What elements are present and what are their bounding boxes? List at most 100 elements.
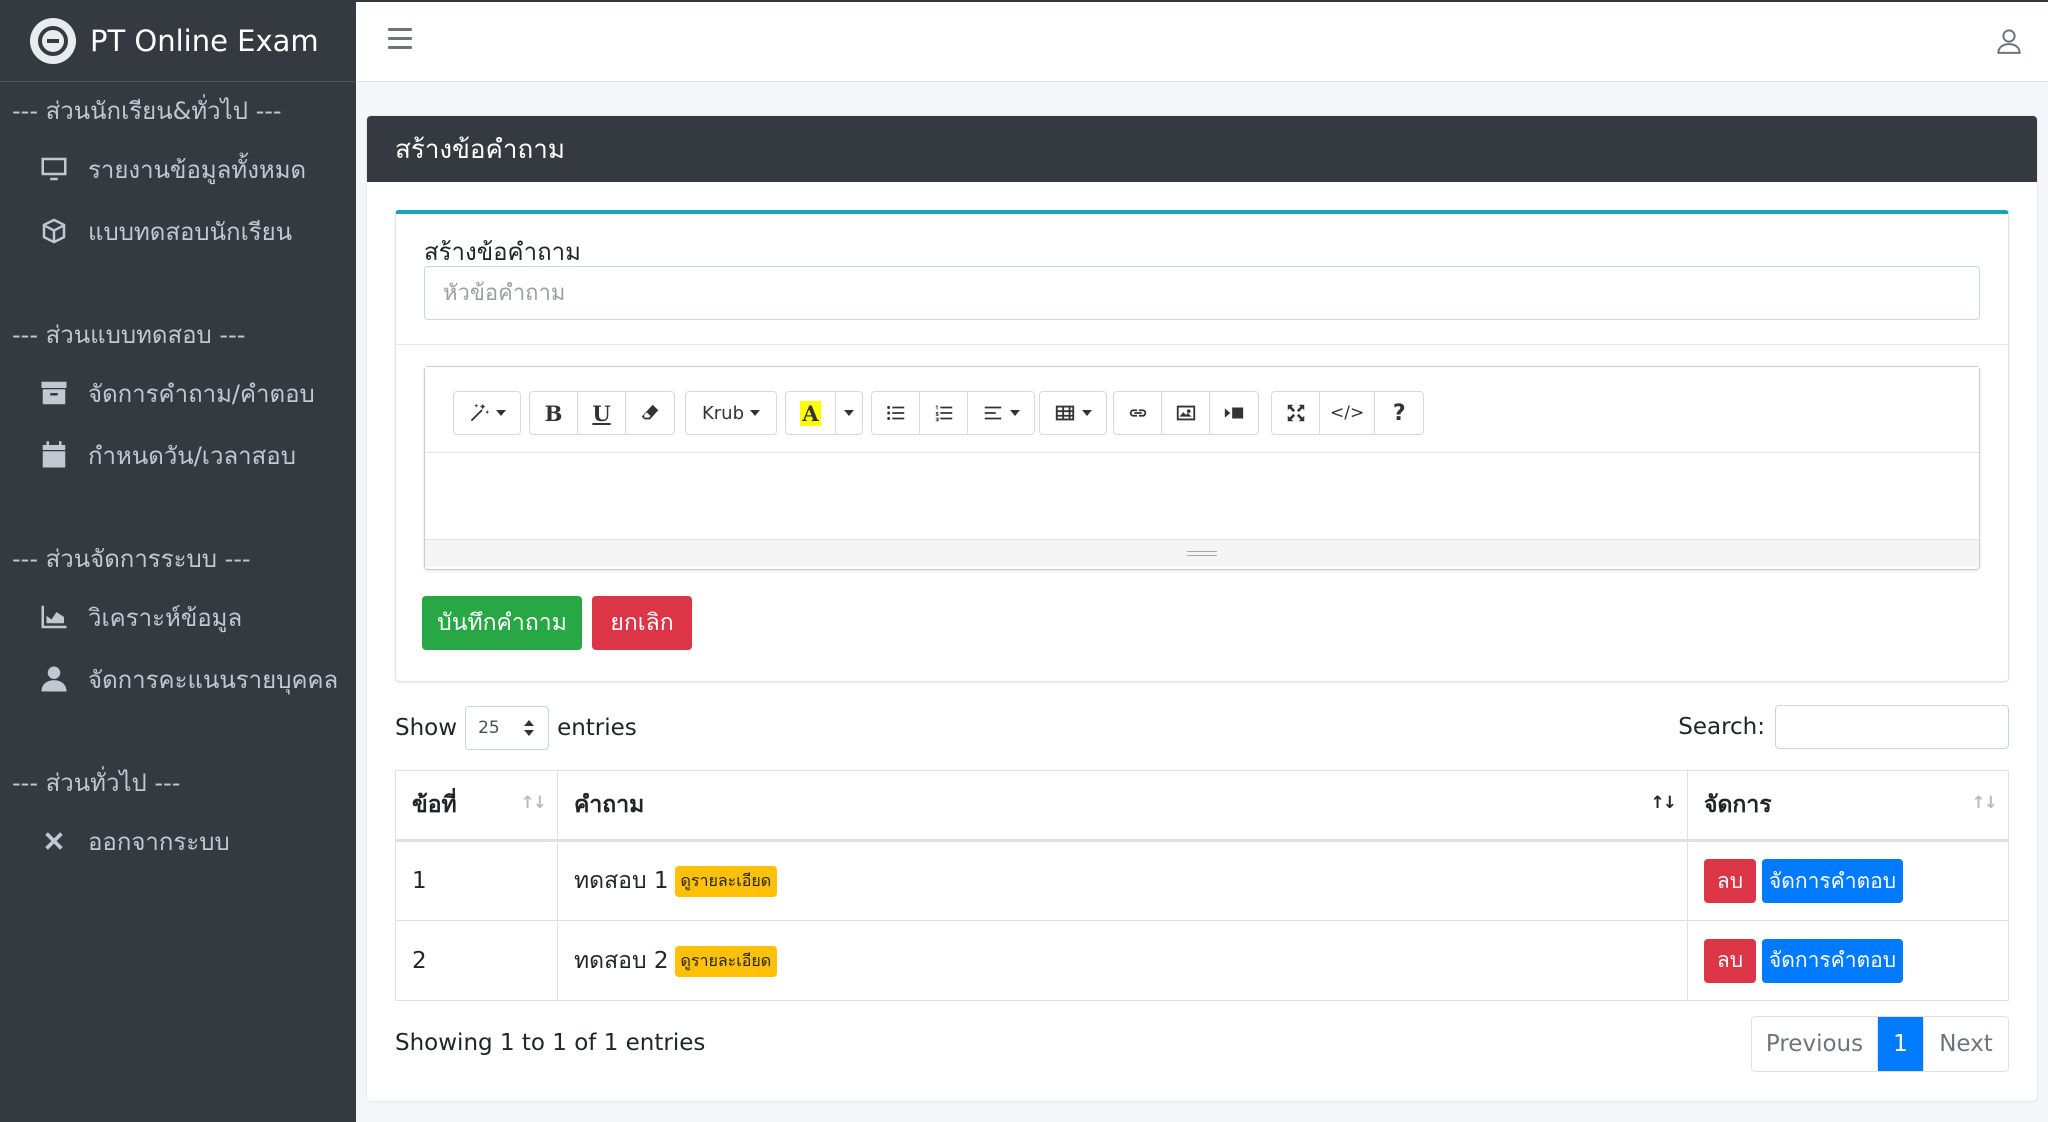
brand[interactable]: PT Online Exam bbox=[0, 0, 356, 82]
close-icon bbox=[38, 825, 70, 857]
top-navbar bbox=[356, 0, 2048, 82]
user-icon bbox=[38, 663, 70, 695]
search-input[interactable] bbox=[1775, 705, 2009, 749]
column-label: ข้อที่ bbox=[412, 792, 457, 818]
pagination-previous[interactable]: Previous bbox=[1752, 1017, 1878, 1071]
main-card: สร้างข้อคำถาม สร้างข้อคำถาม B U bbox=[367, 116, 2037, 1101]
font-name-dropdown[interactable]: Krub bbox=[686, 392, 776, 434]
sidebar-item-report[interactable]: รายงานข้อมูลทั้งหมด bbox=[0, 138, 356, 200]
form-divider bbox=[396, 344, 2008, 345]
table-search: Search: bbox=[1678, 705, 2009, 749]
delete-button[interactable]: ลบ bbox=[1704, 859, 1756, 903]
picture-button[interactable] bbox=[1162, 392, 1210, 434]
cancel-button[interactable]: ยกเลิก bbox=[592, 596, 692, 650]
sidebar-item-label: จัดการคะแนนรายบุคคล bbox=[88, 665, 339, 694]
code-view-button[interactable]: </> bbox=[1320, 392, 1376, 434]
align-left-icon bbox=[984, 406, 1002, 420]
paragraph-align-dropdown[interactable] bbox=[968, 392, 1034, 434]
style-button[interactable] bbox=[454, 392, 520, 434]
page-size-value: 25 bbox=[478, 718, 500, 738]
pagination: Previous 1 Next bbox=[1751, 1016, 2009, 1072]
column-header-number[interactable]: ข้อที่ ↑↓ bbox=[395, 770, 558, 842]
sidebar-item-student-test[interactable]: แบบทดสอบนักเรียน bbox=[0, 200, 356, 262]
sidebar-item-logout[interactable]: ออกจากระบบ bbox=[0, 810, 356, 872]
sidebar-item-label: รายงานข้อมูลทั้งหมด bbox=[88, 155, 307, 184]
underline-button[interactable]: U bbox=[578, 392, 626, 434]
view-details-badge[interactable]: ดูรายละเอียด bbox=[674, 945, 778, 977]
table-icon bbox=[1055, 405, 1075, 421]
list-ol-icon bbox=[935, 405, 952, 422]
table-dropdown[interactable] bbox=[1040, 392, 1106, 434]
unordered-list-button[interactable] bbox=[872, 392, 920, 434]
table-info: Showing 1 to 1 of 1 entries bbox=[395, 1030, 706, 1056]
code-icon: </> bbox=[1330, 403, 1365, 423]
show-label: Show bbox=[395, 715, 458, 741]
font-name-label: Krub bbox=[701, 402, 745, 424]
toolbar-group-view: </> ? bbox=[1271, 391, 1425, 435]
column-label: จัดการ bbox=[1704, 792, 1772, 818]
clear-format-button[interactable] bbox=[626, 392, 674, 434]
brand-logo-icon bbox=[30, 17, 76, 64]
calendar-icon bbox=[38, 439, 70, 471]
row-actions: ลบ จัดการคำตอบ bbox=[1687, 840, 2009, 921]
menu-toggle-icon[interactable] bbox=[388, 28, 412, 50]
ordered-list-button[interactable] bbox=[920, 392, 968, 434]
magic-wand-icon bbox=[470, 403, 490, 422]
pagination-page-1[interactable]: 1 bbox=[1878, 1017, 1924, 1071]
toolbar-group-color: A bbox=[785, 391, 863, 435]
row-actions: ลบ จัดการคำตอบ bbox=[1687, 920, 2009, 1001]
toolbar-group-table bbox=[1039, 391, 1107, 435]
page-title: สร้างข้อคำถาม bbox=[367, 116, 2037, 182]
editor-resize-handle[interactable] bbox=[425, 539, 1979, 567]
toolbar-group-style bbox=[453, 391, 521, 435]
page-size-select[interactable]: 25 bbox=[465, 706, 550, 750]
sort-asc-icon: ↑↓ bbox=[1650, 793, 1677, 813]
help-icon: ? bbox=[1392, 400, 1406, 426]
delete-button[interactable]: ลบ bbox=[1704, 938, 1756, 983]
rich-text-editor: B U Krub A </> ? bbox=[424, 366, 1980, 570]
color-dropdown[interactable] bbox=[836, 392, 862, 434]
sidebar-item-manage-questions[interactable]: จัดการคำถาม/คำตอบ bbox=[0, 362, 356, 424]
user-menu-icon[interactable] bbox=[1994, 26, 2024, 56]
archive-icon bbox=[38, 377, 70, 409]
fullscreen-button[interactable] bbox=[1272, 392, 1320, 434]
cube-icon bbox=[38, 215, 70, 247]
sidebar: PT Online Exam --- ส่วนนักเรียน&ทั่วไป -… bbox=[0, 0, 356, 1122]
sidebar-item-label: วิเคราะห์ข้อมูล bbox=[88, 603, 243, 632]
view-details-badge[interactable]: ดูรายละเอียด bbox=[674, 866, 778, 897]
sidebar-item-schedule[interactable]: กำหนดวัน/เวลาสอบ bbox=[0, 424, 356, 486]
table-row: 2 ทดสอบ 2 ดูรายละเอียด ลบ จัดการคำตอบ bbox=[395, 920, 2009, 1001]
sidebar-item-label: ออกจากระบบ bbox=[88, 827, 230, 856]
monitor-icon bbox=[38, 153, 70, 185]
sidebar-item-analysis[interactable]: วิเคราะห์ข้อมูล bbox=[0, 586, 356, 648]
manage-answers-button[interactable]: จัดการคำตอบ bbox=[1762, 859, 1903, 903]
question-text: ทดสอบ 1 bbox=[574, 868, 669, 894]
column-header-question[interactable]: คำถาม ↑↓ bbox=[557, 770, 1688, 842]
row-question: ทดสอบ 2 ดูรายละเอียด bbox=[557, 920, 1688, 1001]
entries-label: entries bbox=[557, 715, 637, 741]
row-number: 1 bbox=[395, 840, 558, 921]
save-question-button[interactable]: บันทึกคำถาม bbox=[422, 596, 582, 650]
toolbar-group-para bbox=[871, 391, 1035, 435]
help-button[interactable]: ? bbox=[1375, 392, 1423, 434]
column-header-actions[interactable]: จัดการ ↑↓ bbox=[1687, 770, 2009, 842]
manage-answers-button[interactable]: จัดการคำตอบ bbox=[1762, 938, 1903, 983]
sort-icon: ↑↓ bbox=[520, 793, 547, 813]
text-color-button[interactable]: A bbox=[786, 392, 836, 434]
table-row: 1 ทดสอบ 1 ดูรายละเอียด ลบ จัดการคำตอบ bbox=[395, 840, 2009, 921]
image-icon bbox=[1176, 405, 1195, 421]
question-title-input[interactable] bbox=[424, 266, 1980, 320]
link-button[interactable] bbox=[1114, 392, 1162, 434]
nav-header-general: --- ส่วนทั่วไป --- bbox=[12, 768, 181, 797]
nav-header-system: --- ส่วนจัดการระบบ --- bbox=[12, 544, 251, 573]
fullscreen-icon bbox=[1287, 404, 1304, 422]
row-question: ทดสอบ 1 ดูรายละเอียด bbox=[557, 840, 1688, 921]
video-button[interactable] bbox=[1210, 392, 1258, 434]
bold-button[interactable]: B bbox=[530, 392, 578, 434]
editor-content-area[interactable] bbox=[425, 453, 1979, 539]
toolbar-group-insert bbox=[1113, 391, 1259, 435]
toolbar-group-fontname: Krub bbox=[685, 391, 777, 435]
pagination-next[interactable]: Next bbox=[1924, 1017, 2008, 1071]
sidebar-item-scores[interactable]: จัดการคะแนนรายบุคคล bbox=[0, 648, 356, 710]
toolbar-group-font: B U bbox=[529, 391, 675, 435]
